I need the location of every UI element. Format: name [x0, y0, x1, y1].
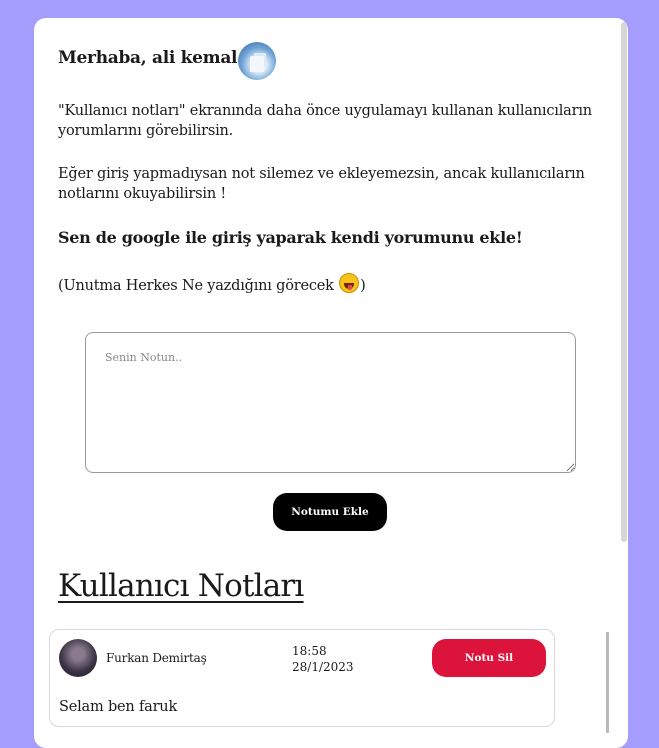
- login-call-to-action: Sen de google ile giriş yaparak kendi yo…: [58, 228, 523, 247]
- note-date: 28/1/2023: [292, 660, 354, 674]
- note-textarea[interactable]: [85, 332, 576, 473]
- note-time: 18:58: [292, 644, 327, 658]
- note-author-name: Furkan Demirtaş: [106, 651, 207, 665]
- note-author-avatar: [59, 639, 97, 677]
- user-avatar: [238, 42, 276, 80]
- intro-paragraph-1: "Kullanıcı notları" ekranında daha önce …: [58, 103, 592, 139]
- reminder-suffix: ): [360, 278, 366, 294]
- delete-note-button[interactable]: Notu Sil: [432, 639, 546, 677]
- note-card: Furkan Demirtaş 18:58 28/1/2023 Notu Sil…: [49, 629, 555, 727]
- reminder-text: (Unutma Herkes Ne yazdığını görecek ): [58, 273, 366, 294]
- add-note-button[interactable]: Notumu Ekle: [273, 493, 387, 531]
- tongue-wink-emoji-icon: [339, 273, 360, 293]
- notes-scrollbar[interactable]: [606, 632, 609, 733]
- note-text: Selam ben faruk: [59, 699, 178, 715]
- intro-paragraph-2: Eğer giriş yapmadıysan not silemez ve ek…: [58, 166, 585, 202]
- greeting-text: Merhaba, ali kemal: [58, 48, 238, 68]
- reminder-prefix: (Unutma Herkes Ne yazdığını görecek: [58, 278, 339, 294]
- note-timestamp: 18:58 28/1/2023: [292, 643, 354, 675]
- page-scrollbar[interactable]: [621, 22, 627, 542]
- user-notes-title: Kullanıcı Notları: [58, 568, 304, 604]
